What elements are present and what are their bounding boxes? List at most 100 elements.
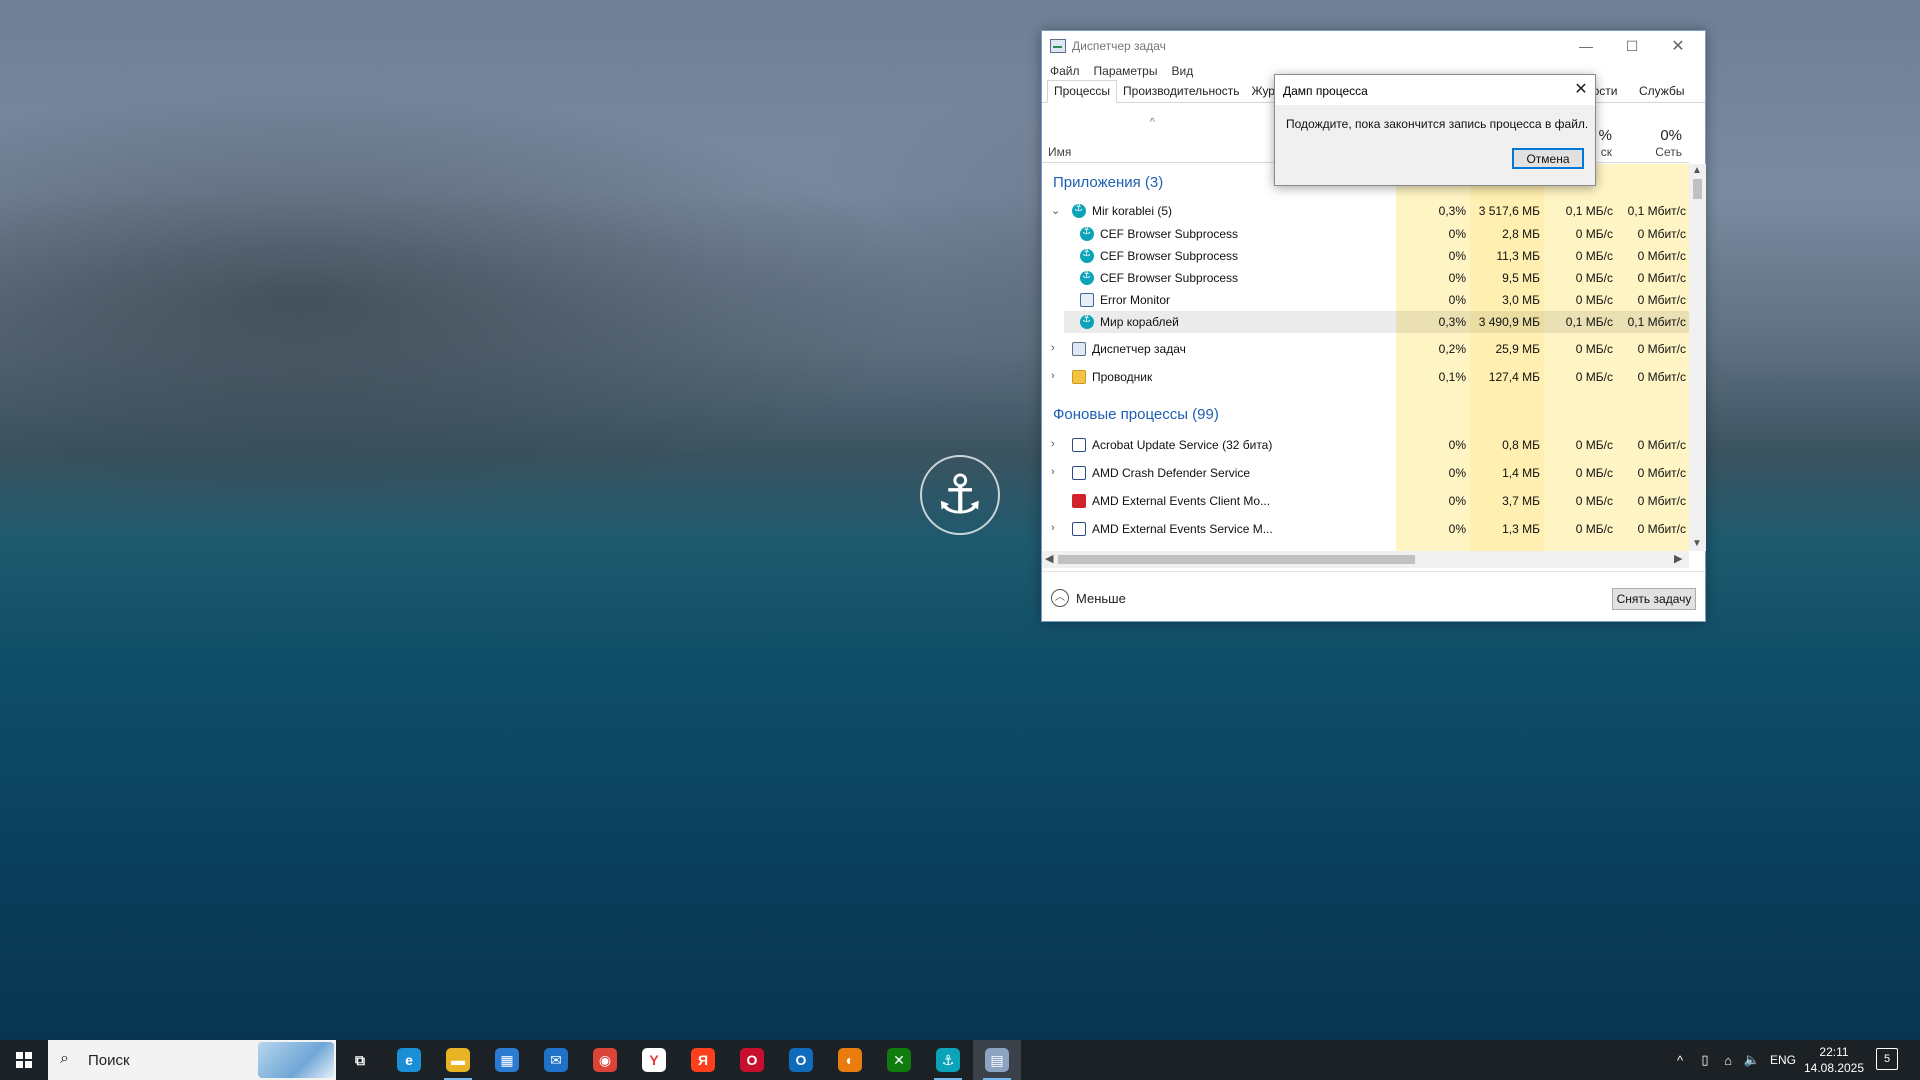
disk-value: 0 МБ/с [1575,271,1613,285]
menu-options[interactable]: Параметры [1094,64,1158,78]
opera-taskbar-button[interactable]: O [728,1040,776,1080]
chevron-up-icon[interactable]: ︿ [1051,589,1069,607]
search-placeholder: Поиск [88,1052,130,1069]
disk-value: 0 МБ/с [1575,522,1613,536]
menu-view[interactable]: Вид [1171,64,1193,78]
wows-desktop-logo-icon: ⚓ [920,455,1000,535]
scroll-thumb[interactable] [1058,555,1415,564]
cpu-value: 0,3% [1438,204,1466,218]
vertical-scrollbar[interactable]: ▲ ▼ [1689,164,1706,551]
process-row[interactable]: › Acrobat Update Service (32 бита) 0% 0,… [1042,434,1689,456]
expand-icon[interactable]: › [1051,466,1055,478]
disk-value: 0 МБ/с [1575,494,1613,508]
disk-value: 0 МБ/с [1575,370,1613,384]
blender-taskbar-button[interactable]: ◐ [826,1040,874,1080]
title-bar[interactable]: Диспетчер задач — ☐ ✕ [1042,31,1705,61]
mail-taskbar-button[interactable]: ✉ [532,1040,580,1080]
memory-value: 127,4 МБ [1488,370,1540,384]
process-row[interactable]: AMD External Events Client Mo... 0% 3,7 … [1042,490,1689,512]
monitor-icon [1080,293,1094,307]
store-icon: ▦ [495,1048,519,1072]
outlook-taskbar-button[interactable]: O [777,1040,825,1080]
clock-date: 14.08.2025 [1803,1061,1865,1075]
yandex-browser-taskbar-button[interactable]: Y [630,1040,678,1080]
cpu-value: 0% [1448,466,1466,480]
memory-value: 0,8 МБ [1502,438,1540,452]
column-name[interactable]: Имя [1048,145,1071,159]
process-row[interactable]: CEF Browser Subprocess 0% 11,3 МБ 0 МБ/с… [1042,245,1689,267]
disk-value: 0,1 МБ/с [1565,204,1613,218]
tray-device-icon[interactable]: ▯ [1694,1040,1716,1080]
fewer-details-link[interactable]: Меньше [1076,591,1126,606]
process-name: Мир кораблей [1100,315,1179,329]
process-row[interactable]: › Проводник 0,1% 127,4 МБ 0 МБ/с 0 Мбит/… [1042,366,1689,388]
task-manager-taskbar-icon: ▤ [985,1048,1009,1072]
notifications-icon[interactable]: 5 [1876,1048,1898,1070]
task-manager-taskbar-taskbar-button[interactable]: ▤ [973,1040,1021,1080]
process-row[interactable]: › Диспетчер задач 0,2% 25,9 МБ 0 МБ/с 0 … [1042,338,1689,360]
tab-processes[interactable]: Процессы [1047,80,1118,103]
scroll-left-icon[interactable]: ◀ [1045,552,1053,565]
scroll-up-icon[interactable]: ▲ [1692,165,1702,176]
network-value: 0 Мбит/с [1637,342,1686,356]
process-row[interactable]: CEF Browser Subprocess 0% 9,5 МБ 0 МБ/с … [1042,267,1689,289]
scroll-right-icon[interactable]: ▶ [1674,552,1682,565]
process-row-selected[interactable]: Мир кораблей 0,3% 3 490,9 МБ 0,1 МБ/с 0,… [1064,311,1689,333]
collapse-icon[interactable]: ⌄ [1051,204,1060,217]
expand-icon[interactable]: › [1051,438,1055,450]
wows-launcher-taskbar-button[interactable]: ⚓ [924,1040,972,1080]
dialog-close-button[interactable]: ✕ [1567,78,1595,102]
disk-value: 0 МБ/с [1575,293,1613,307]
maximize-button[interactable]: ☐ [1609,31,1655,61]
dump-process-dialog: Дамп процесса ✕ Подождите, пока закончит… [1274,74,1596,186]
expand-icon[interactable]: › [1051,522,1055,534]
network-icon[interactable]: ⌂ [1716,1040,1740,1080]
cancel-button[interactable]: Отмена [1512,148,1584,169]
menu-file[interactable]: Файл [1050,64,1080,78]
wows-icon [1080,248,1094,263]
memory-value: 2,8 МБ [1502,227,1540,241]
chrome-taskbar-button[interactable]: ◉ [581,1040,629,1080]
process-name: Error Monitor [1100,293,1171,307]
memory-value: 1,3 МБ [1502,522,1540,536]
minimize-button[interactable]: — [1563,31,1609,61]
scroll-thumb[interactable] [1693,179,1702,199]
process-row[interactable]: CEF Browser Subprocess 0% 2,8 МБ 0 МБ/с … [1042,223,1689,245]
tab-performance[interactable]: Производительность [1117,81,1245,102]
network-value: 0 Мбит/с [1637,271,1686,285]
edge-taskbar-button[interactable]: e [385,1040,433,1080]
window-title: Диспетчер задач [1072,39,1166,53]
xbox-icon: ✕ [887,1048,911,1072]
yandex-taskbar-button[interactable]: Я [679,1040,727,1080]
end-task-button[interactable]: Снять задачу [1612,588,1696,610]
blender-icon: ◐ [838,1048,862,1072]
process-name: CEF Browser Subprocess [1100,271,1239,285]
process-row[interactable]: ⌄ Mir korablei (5) 0,3% 3 517,6 МБ 0,1 М… [1042,200,1689,222]
memory-value: 3,7 МБ [1502,494,1540,508]
process-name: Mir korablei (5) [1092,204,1173,218]
column-network[interactable]: Сеть [1642,145,1682,159]
xbox-taskbar-button[interactable]: ✕ [875,1040,923,1080]
expand-icon[interactable]: › [1051,370,1055,382]
process-row[interactable]: › AMD External Events Service M... 0% 1,… [1042,518,1689,540]
horizontal-scrollbar[interactable]: ◀ ▶ [1042,551,1689,568]
search-box[interactable]: ⌕ Поиск [48,1040,336,1080]
process-row[interactable]: Error Monitor 0% 3,0 МБ 0 МБ/с 0 Мбит/с [1042,289,1689,311]
dialog-title-bar[interactable]: Дамп процесса ✕ [1275,75,1595,105]
tab-services[interactable]: Службы [1639,84,1684,98]
expand-icon[interactable]: › [1051,342,1055,354]
task-view-taskbar-button[interactable]: ⧉ [336,1040,384,1080]
tray-chevron-icon[interactable]: ^ [1668,1040,1692,1080]
process-row[interactable]: › AMD Crash Defender Service 0% 1,4 МБ 0… [1042,462,1689,484]
clock[interactable]: 22:11 14.08.2025 [1802,1044,1866,1076]
scroll-down-icon[interactable]: ▼ [1692,538,1702,549]
start-button[interactable] [0,1040,48,1080]
volume-icon[interactable]: 🔈 [1740,1040,1764,1080]
close-button[interactable]: ✕ [1655,31,1701,61]
process-name: Диспетчер задач [1092,342,1186,356]
store-taskbar-button[interactable]: ▦ [483,1040,531,1080]
wows-icon [1080,226,1094,241]
language-indicator[interactable]: ENG [1766,1040,1800,1080]
file-explorer-taskbar-button[interactable]: ▬ [434,1040,482,1080]
cpu-value: 0,2% [1438,342,1466,356]
